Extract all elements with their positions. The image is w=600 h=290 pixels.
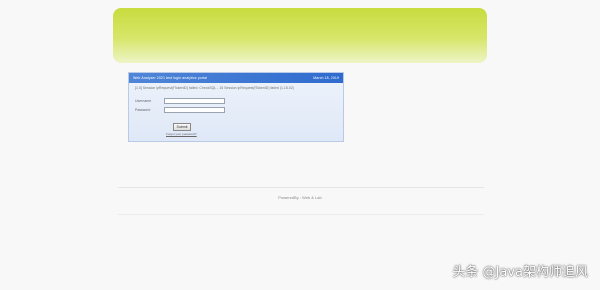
help-link[interactable]: Forgot your password? (166, 132, 197, 136)
watermark: 头条 @Java架构师追风 (452, 265, 588, 280)
password-row: Password (135, 105, 337, 114)
submit-button[interactable]: Submit (173, 123, 191, 131)
username-row: Username (135, 96, 337, 105)
footer-text: PoweredBy : Web & Lab (278, 195, 322, 200)
footer-divider (118, 187, 484, 188)
username-label: Username (135, 98, 152, 103)
header-banner (113, 8, 487, 63)
password-label: Password (135, 107, 151, 112)
panel-date: March 18, 2019 (313, 76, 339, 80)
login-panel: Web Analyzer 2021 test login analytics p… (128, 72, 344, 142)
username-input[interactable] (164, 97, 225, 104)
password-input[interactable] (164, 106, 225, 113)
panel-body: [1.0] Session ipRequest(fTokenID) failed… (129, 83, 343, 117)
error-notice: [1.0] Session ipRequest(fTokenID) failed… (135, 86, 294, 90)
panel-title: Web Analyzer 2021 test login analytics p… (133, 76, 208, 80)
panel-header: Web Analyzer 2021 test login analytics p… (129, 73, 343, 83)
footer-divider-bottom (118, 214, 484, 215)
